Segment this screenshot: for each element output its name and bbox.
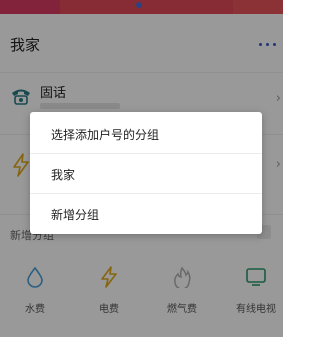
dialog-option-new-group[interactable]: 新增分组: [30, 194, 262, 234]
dialog-title: 选择添加户号的分组: [30, 112, 262, 154]
group-select-dialog: 选择添加户号的分组 我家 新增分组: [30, 112, 262, 234]
dialog-option-my-home[interactable]: 我家: [30, 154, 262, 194]
home-screen: 我家 固话 › › 新增分组 水费 电费 燃气费 有线电视 选择添加户号的分组 …: [0, 0, 283, 337]
